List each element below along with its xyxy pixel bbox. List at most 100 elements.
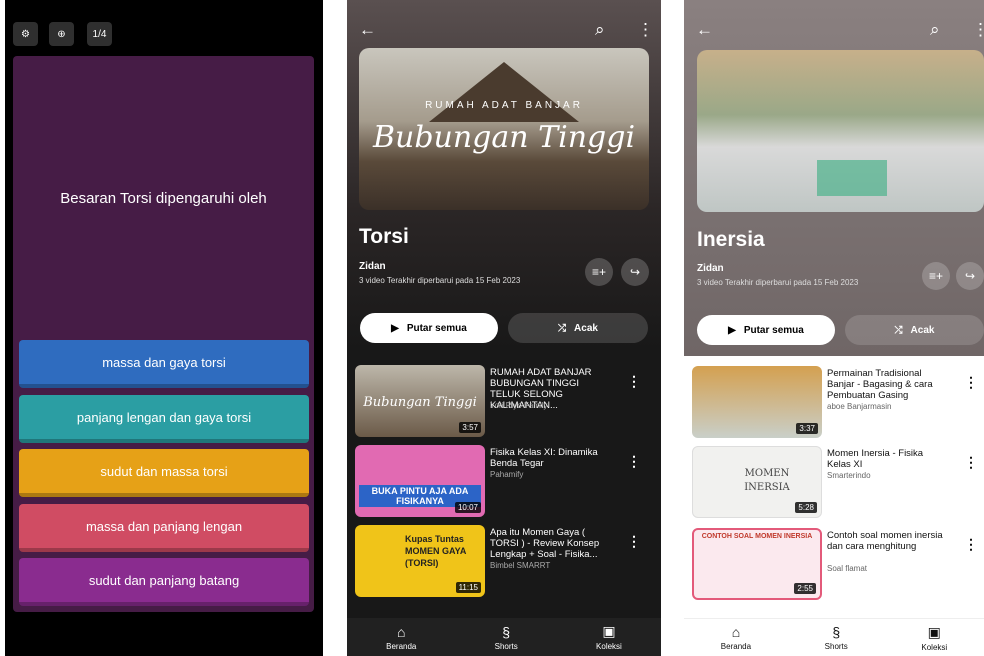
video-title: Momen Inersia - Fisika Kelas XI <box>827 448 924 470</box>
playlist-thumbnail[interactable] <box>697 50 984 212</box>
more-vert-icon[interactable]: ⋮ <box>964 374 978 391</box>
answer-option-4[interactable]: massa dan panjang lengan <box>19 504 309 552</box>
nav-home[interactable]: ⌂ Beranda <box>386 624 416 651</box>
home-icon: ⌂ <box>397 623 406 640</box>
video-thumbnail[interactable]: CONTOH SOAL MOMEN INERSIA 2:55 <box>692 528 822 600</box>
video-channel: Soal flamat <box>827 564 868 573</box>
playlist-title: Inersia <box>697 228 765 251</box>
search-icon[interactable]: ⌕ <box>595 20 605 40</box>
video-row[interactable]: CONTOH SOAL MOMEN INERSIA 2:55 Contoh so… <box>684 528 984 604</box>
video-thumbnail[interactable]: BUKA PINTU AJA ADA FISIKANYA 10:07 <box>355 445 485 517</box>
share-icon[interactable]: ↪ <box>956 262 984 290</box>
play-icon: ▶ <box>728 324 736 336</box>
add-to-queue-icon[interactable]: ≡+ <box>585 258 613 286</box>
more-vert-icon[interactable]: ⋮ <box>972 20 984 40</box>
video-title: Permainan Tradisional Banjar - Bagasing … <box>827 368 933 401</box>
video-thumbnail[interactable]: Bubungan Tinggi 3:57 <box>355 365 485 437</box>
video-row[interactable]: 3:37 Permainan Tradisional Banjar - Baga… <box>684 366 984 442</box>
shuffle-label: Acak <box>910 324 935 336</box>
bottom-nav: ⌂ Beranda § Shorts ▣ Koleksi <box>347 618 661 656</box>
more-vert-icon[interactable]: ⋮ <box>627 533 641 550</box>
nav-shorts[interactable]: § Shorts <box>825 624 848 651</box>
video-title: Contoh soal momen inersia dan cara mengh… <box>827 530 943 552</box>
more-vert-icon[interactable]: ⋮ <box>964 536 978 553</box>
nav-home-label: Beranda <box>720 642 752 651</box>
video-row[interactable]: Bubungan Tinggi 3:57 RUMAH ADAT BANJAR B… <box>347 365 661 441</box>
play-all-button[interactable]: ▶ Putar semua <box>697 315 835 345</box>
zoom-icon[interactable]: ⊕ <box>49 22 74 46</box>
library-icon: ▣ <box>927 623 941 640</box>
question-text: Besaran Torsi dipengaruhi oleh <box>60 190 267 207</box>
video-row[interactable]: Kupas Tuntas MOMEN GAYA (TORSI) 11:15 Ap… <box>347 525 661 601</box>
video-title: Fisika Kelas XI: Dinamika Benda Tegar <box>490 447 598 469</box>
quiz-screen: ⚙ ⊕ 1/4 Besaran Torsi dipengaruhi oleh m… <box>5 0 323 656</box>
thumb-text: Kupas Tuntas MOMEN GAYA (TORSI) <box>405 534 467 568</box>
video-thumbnail[interactable]: MOMEN INERSIA 5:28 <box>692 446 822 518</box>
answer-option-5[interactable]: sudut dan panjang batang <box>19 558 309 606</box>
nav-shorts[interactable]: § Shorts <box>495 624 518 651</box>
back-arrow-icon[interactable]: ← <box>696 20 713 40</box>
home-icon: ⌂ <box>731 624 741 640</box>
play-icon: ▶ <box>391 322 399 334</box>
duration-badge: 3:57 <box>459 422 481 433</box>
answer-option-2[interactable]: panjang lengan dan gaya torsi <box>19 395 309 443</box>
video-row[interactable]: MOMEN INERSIA 5:28 Momen Inersia - Fisik… <box>684 446 984 522</box>
answer-option-3[interactable]: sudut dan massa torsi <box>19 449 309 497</box>
video-channel: Yori Riyo Family <box>490 401 548 410</box>
thumb-text: Bubungan Tinggi <box>363 395 477 410</box>
more-vert-icon[interactable]: ⋮ <box>964 454 978 471</box>
thumbnail-script-title: Bubungan Tinggi <box>372 120 636 155</box>
nav-shorts-label: Shorts <box>494 641 518 651</box>
duration-badge: 2:55 <box>794 583 816 594</box>
duration-badge: 3:37 <box>796 423 818 434</box>
duration-badge: 10:07 <box>454 502 481 513</box>
nav-library[interactable]: ▣ Koleksi <box>921 624 947 652</box>
nav-library-label: Koleksi <box>921 642 948 652</box>
video-channel: Pahamify <box>490 470 524 479</box>
shorts-icon: § <box>832 624 841 640</box>
play-all-button[interactable]: ▶ Putar semua <box>360 313 498 343</box>
video-channel: Bimbel SMARRT <box>490 561 551 570</box>
video-row[interactable]: BUKA PINTU AJA ADA FISIKANYA 10:07 Fisik… <box>347 445 661 521</box>
playlist-owner[interactable]: Zidan <box>697 263 724 274</box>
playlist-owner[interactable]: Zidan <box>359 261 386 272</box>
nav-library-label: Koleksi <box>596 642 622 651</box>
back-arrow-icon[interactable]: ← <box>359 20 376 40</box>
nav-home[interactable]: ⌂ Beranda <box>721 624 751 651</box>
shuffle-icon: ⤮ <box>894 324 903 336</box>
shuffle-button[interactable]: ⤮ Acak <box>845 315 984 345</box>
play-all-label: Putar semua <box>743 324 804 336</box>
shorts-icon: § <box>502 623 511 640</box>
nav-library[interactable]: ▣ Koleksi <box>596 623 622 651</box>
shuffle-icon: ⤮ <box>558 322 567 334</box>
more-vert-icon[interactable]: ⋮ <box>627 453 641 470</box>
share-icon[interactable]: ↪ <box>621 258 649 286</box>
nav-shorts-label: Shorts <box>824 642 848 651</box>
thumbnail-caption: RUMAH ADAT BANJAR <box>425 100 583 111</box>
video-thumbnail[interactable]: 3:37 <box>692 366 822 438</box>
video-title: Apa itu Momen Gaya ( TORSI ) - Review Ko… <box>490 527 600 560</box>
bottom-nav: ⌂ Beranda § Shorts ▣ Koleksi <box>684 618 984 656</box>
nav-home-label: Beranda <box>386 641 417 651</box>
playlist-thumbnail[interactable]: RUMAH ADAT BANJAR Bubungan Tinggi <box>359 48 649 210</box>
duration-badge: 11:15 <box>455 582 481 593</box>
play-all-label: Putar semua <box>406 322 467 334</box>
playlist-title: Torsi <box>359 225 409 248</box>
game-board-shape <box>817 160 887 196</box>
duration-badge: 5:28 <box>795 502 817 513</box>
search-icon[interactable]: ⌕ <box>930 20 940 40</box>
playlist-meta: 3 video Terakhir diperbarui pada 15 Feb … <box>359 276 521 285</box>
playlist-screen-torsi: ← ⌕ ⋮ RUMAH ADAT BANJAR Bubungan Tinggi … <box>347 0 661 656</box>
library-icon: ▣ <box>602 623 616 639</box>
thumb-text: MOMEN INERSIA <box>744 468 790 493</box>
video-channel: aboe Banjarmasin <box>827 402 892 411</box>
settings-icon[interactable]: ⚙ <box>13 22 38 46</box>
more-vert-icon[interactable]: ⋮ <box>637 20 654 40</box>
add-to-queue-icon[interactable]: ≡+ <box>922 262 950 290</box>
more-vert-icon[interactable]: ⋮ <box>627 373 641 390</box>
answer-option-1[interactable]: massa dan gaya torsi <box>19 340 309 388</box>
shuffle-button[interactable]: ⤮ Acak <box>508 313 648 343</box>
question-card: Besaran Torsi dipengaruhi oleh massa dan… <box>13 56 314 612</box>
video-thumbnail[interactable]: Kupas Tuntas MOMEN GAYA (TORSI) 11:15 <box>355 525 485 597</box>
shuffle-label: Acak <box>574 322 598 334</box>
